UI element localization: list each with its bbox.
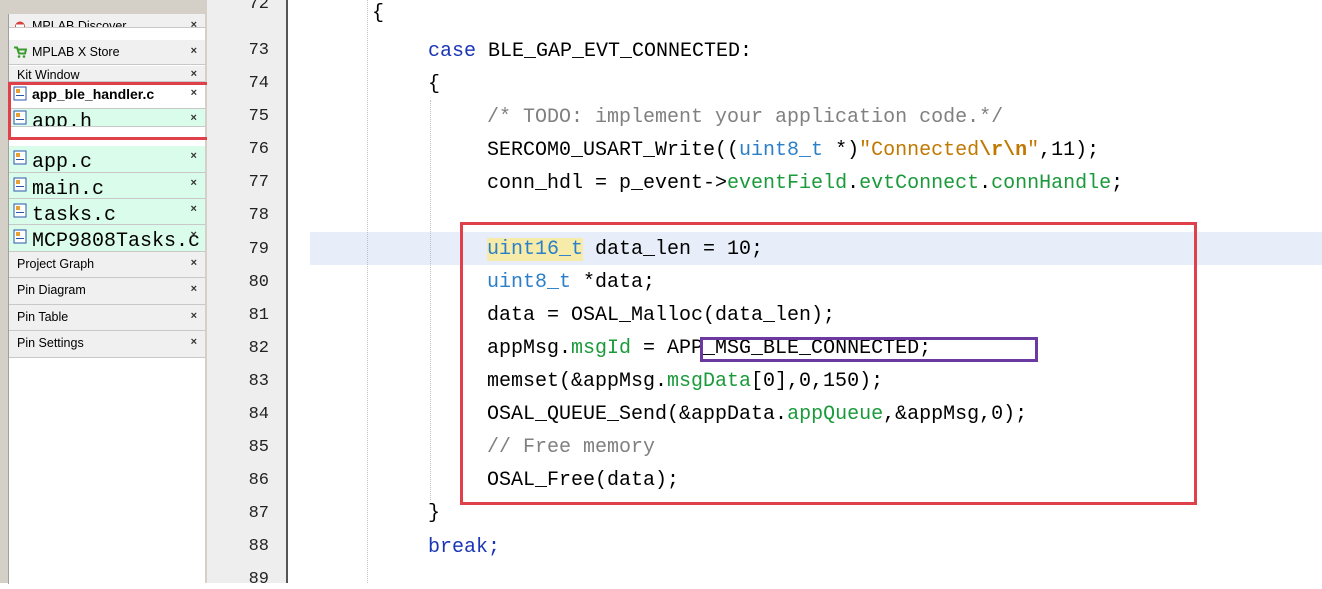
line-number: 77 xyxy=(248,173,269,192)
keyword: break; xyxy=(428,536,501,559)
code-text: conn_hdl = p_event-> xyxy=(487,172,728,195)
line-number: 75 xyxy=(248,107,269,126)
code-line: break; xyxy=(428,536,500,559)
source-file-icon xyxy=(13,203,27,218)
code-line: /* TODO: implement your application code… xyxy=(487,106,1003,129)
code-line: } xyxy=(428,502,440,525)
tab-mplab-x-store[interactable]: MPLAB X Store × xyxy=(9,40,205,65)
code-text: BLE_GAP_EVT_CONNECTED: xyxy=(476,40,753,63)
tab-mcp9808tasks-c[interactable]: MCP9808Tasks.c × xyxy=(9,225,205,253)
active-tab-highlight-box xyxy=(8,82,230,140)
line-number: 88 xyxy=(248,537,269,556)
source-file-icon xyxy=(13,229,27,244)
source-file-icon xyxy=(13,177,27,192)
tab-app-c[interactable]: app.c × xyxy=(9,146,205,174)
line-number: 84 xyxy=(248,405,269,424)
line-number: 81 xyxy=(248,306,269,325)
code-text: } xyxy=(428,502,441,525)
code-text: . xyxy=(847,172,860,195)
tab-mplab-discover[interactable]: MPLAB Discover × xyxy=(9,14,205,28)
line-number: 83 xyxy=(248,372,269,391)
string-literal: "Connected xyxy=(859,139,980,162)
line-number: 76 xyxy=(248,140,269,159)
line-number: 89 xyxy=(248,570,269,589)
tab-label: tasks.c xyxy=(32,204,117,227)
tab-pin-diagram[interactable]: Pin Diagram × xyxy=(9,278,205,305)
message-id-highlight-box xyxy=(700,337,1038,362)
indent-guide xyxy=(367,0,368,583)
line-number: 72 xyxy=(248,0,269,14)
close-icon[interactable]: × xyxy=(190,230,197,242)
line-number: 79 xyxy=(248,240,269,259)
line-number: 82 xyxy=(248,339,269,358)
tab-label: Pin Diagram xyxy=(17,283,86,297)
tab-label: Project Graph xyxy=(17,257,95,271)
gutter-separator xyxy=(286,0,288,583)
code-block-highlight-box xyxy=(460,222,1197,505)
close-icon[interactable]: × xyxy=(190,204,197,216)
close-icon[interactable]: × xyxy=(191,257,197,269)
tab-label: Pin Table xyxy=(17,310,69,324)
code-text: *) xyxy=(823,139,860,162)
code-text: { xyxy=(372,2,385,25)
tab-label: MCP9808Tasks.c xyxy=(32,230,201,253)
tab-main-c[interactable]: main.c × xyxy=(9,173,205,201)
indent-guide xyxy=(430,100,431,500)
line-number: 80 xyxy=(248,273,269,292)
tab-pin-settings[interactable]: Pin Settings × xyxy=(9,331,205,358)
code-line: SERCOM0_USART_Write((uint8_t *)"Connecte… xyxy=(487,139,1099,162)
type-name: uint8_t xyxy=(739,139,824,162)
comment: /* TODO: implement your application code… xyxy=(487,106,1004,129)
code-text: . xyxy=(979,172,992,195)
mplab-discover-icon xyxy=(15,21,25,27)
code-text: SERCOM0_USART_Write(( xyxy=(487,139,740,162)
close-icon[interactable]: × xyxy=(190,178,197,190)
line-number: 87 xyxy=(248,504,269,523)
close-icon[interactable]: × xyxy=(190,151,197,163)
code-line: case BLE_GAP_EVT_CONNECTED: xyxy=(428,40,752,63)
line-number: 86 xyxy=(248,471,269,490)
line-number: 85 xyxy=(248,438,269,457)
field-name: evtConnect xyxy=(859,172,980,195)
cart-icon xyxy=(14,46,27,58)
line-number-gutter: 72 73 74 75 76 77 78 79 80 81 82 83 84 8… xyxy=(207,0,288,589)
code-line: { xyxy=(428,73,440,96)
close-icon[interactable]: × xyxy=(191,336,197,348)
close-icon[interactable]: × xyxy=(191,19,197,27)
code-text: { xyxy=(428,73,441,96)
tab-project-graph[interactable]: Project Graph × xyxy=(9,252,205,278)
close-icon[interactable]: × xyxy=(191,45,197,57)
tab-kit-window[interactable]: Kit Window × xyxy=(9,66,205,82)
line-number: 78 xyxy=(248,206,269,225)
tab-tasks-c[interactable]: tasks.c × xyxy=(9,199,205,227)
tab-label: Kit Window xyxy=(17,68,80,82)
keyword: case xyxy=(428,40,477,63)
string-literal: " xyxy=(1027,139,1040,162)
tab-label: MPLAB Discover xyxy=(32,19,127,28)
code-editor[interactable]: { case BLE_GAP_EVT_CONNECTED: { /* TODO:… xyxy=(290,0,1322,583)
source-file-icon xyxy=(13,150,27,165)
escape-sequence: \r\n xyxy=(979,139,1028,162)
tab-label: Pin Settings xyxy=(17,336,84,350)
field-name: eventField xyxy=(727,172,848,195)
tab-label: app.c xyxy=(32,151,93,174)
code-line: { xyxy=(372,2,384,25)
line-number: 74 xyxy=(248,74,269,93)
code-text: ; xyxy=(1111,172,1124,195)
line-number: 73 xyxy=(248,41,269,60)
code-line: conn_hdl = p_event->eventField.evtConnec… xyxy=(487,172,1123,195)
tab-pin-table[interactable]: Pin Table × xyxy=(9,305,205,331)
tab-label: MPLAB X Store xyxy=(32,45,120,59)
field-name: connHandle xyxy=(991,172,1112,195)
tab-label: main.c xyxy=(32,178,105,201)
close-icon[interactable]: × xyxy=(191,68,197,80)
close-icon[interactable]: × xyxy=(191,283,197,295)
code-text: ,11); xyxy=(1039,139,1100,162)
close-icon[interactable]: × xyxy=(191,310,197,322)
